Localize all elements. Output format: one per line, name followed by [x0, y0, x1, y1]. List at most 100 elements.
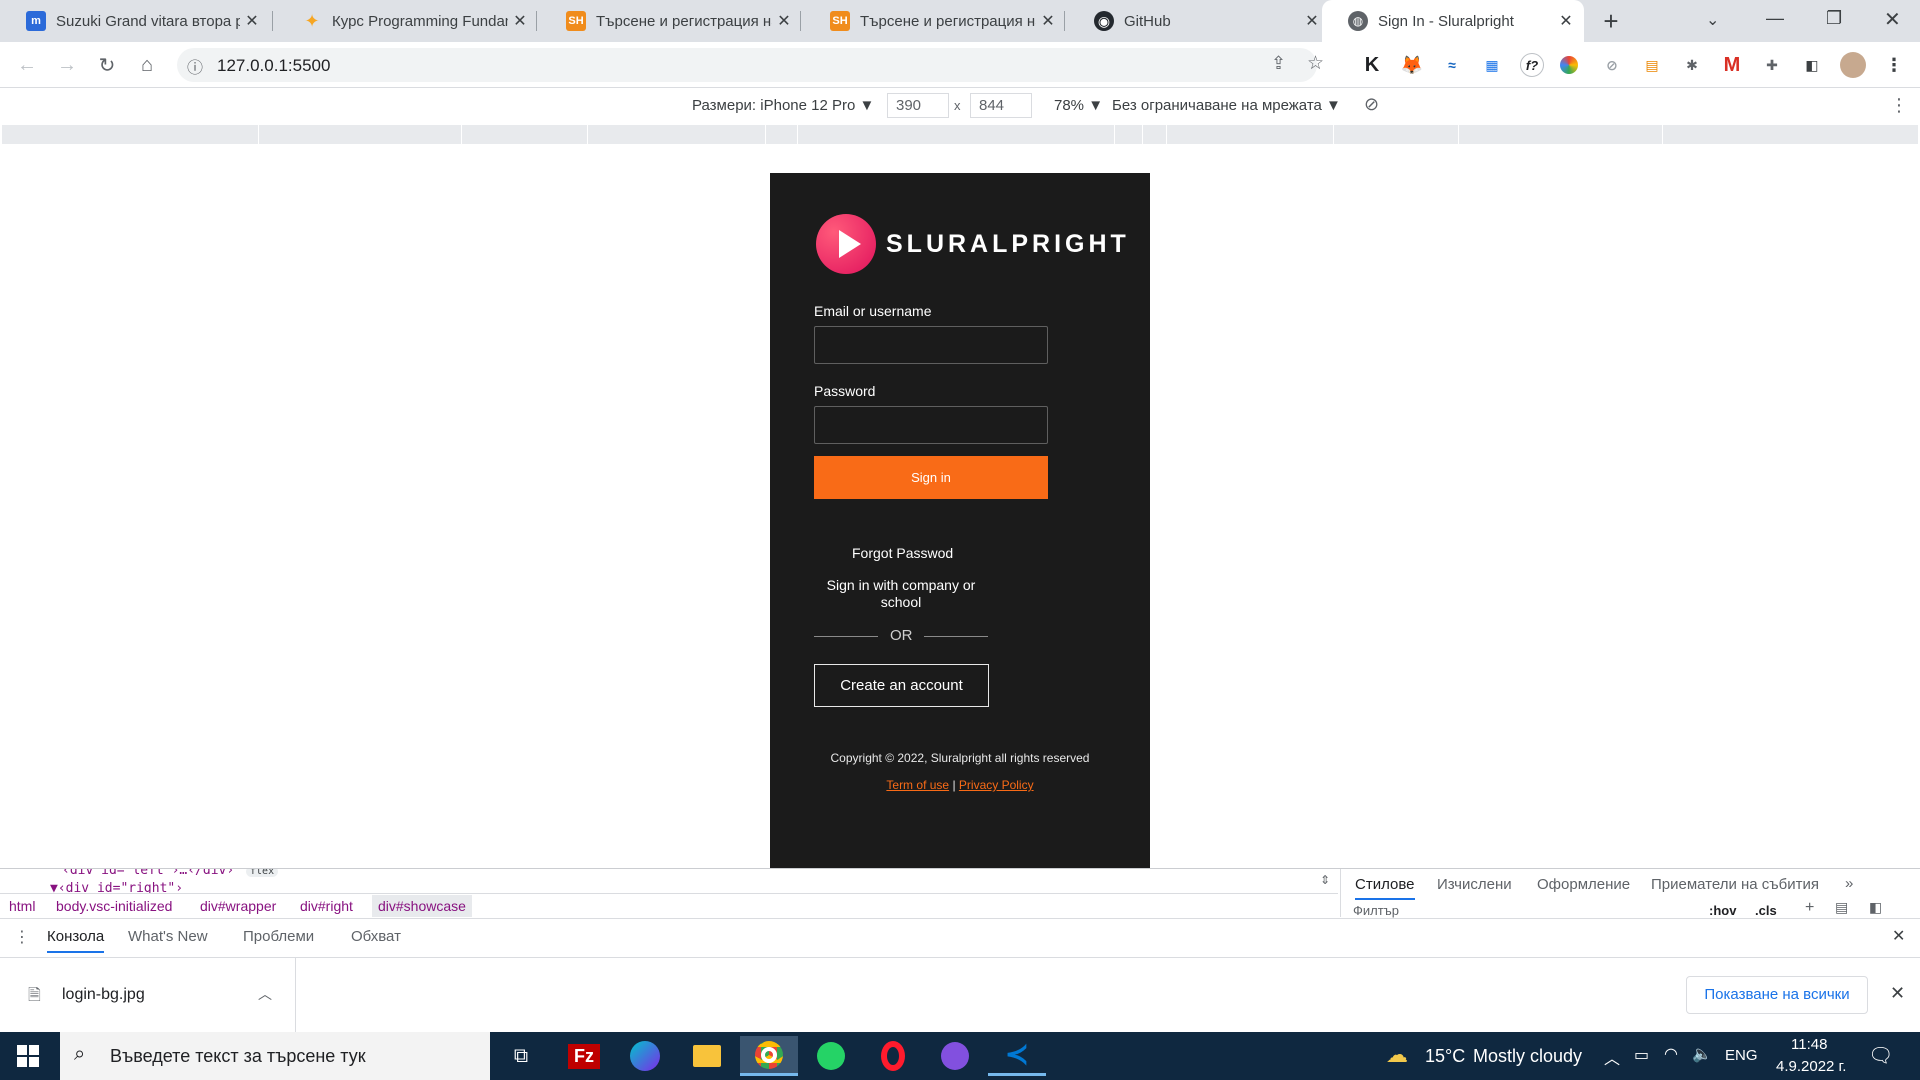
- close-shelf-icon[interactable]: ✕: [1890, 983, 1905, 1004]
- cls-toggle[interactable]: .cls: [1755, 903, 1777, 918]
- vscode-icon[interactable]: ≺: [988, 1036, 1046, 1076]
- gmail-icon[interactable]: M: [1720, 53, 1744, 77]
- info-icon[interactable]: ⓘ: [187, 54, 203, 78]
- grid-extension-icon[interactable]: ▦: [1480, 53, 1504, 77]
- back-icon[interactable]: ←: [12, 50, 42, 80]
- width-input[interactable]: 390: [887, 93, 949, 118]
- notifications-icon[interactable]: 🗨: [1868, 1043, 1893, 1068]
- close-icon[interactable]: ✕: [1300, 11, 1324, 31]
- drawer-menu-icon[interactable]: ⋮: [14, 927, 30, 947]
- flex-badge[interactable]: flex: [246, 869, 279, 877]
- tab-coverage[interactable]: Обхват: [351, 928, 401, 945]
- volume-icon[interactable]: 🔈: [1692, 1044, 1712, 1064]
- device-select[interactable]: Размери: iPhone 12 Pro ▼: [692, 97, 874, 114]
- breadcrumb-item[interactable]: body.vsc-initialized: [56, 898, 172, 914]
- minimize-button[interactable]: —: [1766, 8, 1784, 29]
- close-icon[interactable]: ✕: [1554, 11, 1578, 31]
- task-view-icon[interactable]: ⧉: [492, 1036, 550, 1076]
- terms-link[interactable]: Term of use: [886, 778, 949, 792]
- splitter-icon[interactable]: ⇕: [1320, 873, 1330, 887]
- browser-tab-active[interactable]: ◍ Sign In - Sluralpright ✕: [1322, 0, 1584, 42]
- weather-text[interactable]: Mostly cloudy: [1473, 1046, 1582, 1067]
- create-account-button[interactable]: Create an account: [814, 664, 989, 707]
- file-explorer-icon[interactable]: [678, 1036, 736, 1076]
- menu-icon[interactable]: ⋮: [1882, 53, 1906, 77]
- password-field[interactable]: [814, 406, 1048, 444]
- weather-temp[interactable]: 15°C: [1425, 1046, 1465, 1067]
- battery-icon[interactable]: ▭: [1634, 1045, 1649, 1065]
- tab-console[interactable]: Конзола: [47, 928, 105, 953]
- reload-icon[interactable]: ↻: [92, 50, 122, 80]
- extensions-puzzle-icon[interactable]: ✚: [1760, 53, 1784, 77]
- tab-whats-new[interactable]: What's New: [128, 928, 208, 945]
- sidebar-toggle-icon[interactable]: ◧: [1869, 899, 1882, 916]
- whatsapp-icon[interactable]: [802, 1036, 860, 1076]
- language-indicator[interactable]: ENG: [1725, 1047, 1758, 1064]
- browser-tab[interactable]: ✦ Курс Programming Fundam ✕: [276, 0, 538, 42]
- opera-icon[interactable]: [864, 1036, 922, 1076]
- height-input[interactable]: 844: [970, 93, 1032, 118]
- browser-tab[interactable]: SH Търсене и регистрация на ✕: [804, 0, 1066, 42]
- tab-event-listeners[interactable]: Приематели на събития: [1651, 876, 1819, 893]
- extension-icon[interactable]: ≈: [1440, 53, 1464, 77]
- close-icon[interactable]: ✕: [240, 11, 264, 31]
- zoom-select[interactable]: 78% ▼: [1054, 97, 1103, 114]
- rotate-icon[interactable]: ⊘: [1364, 94, 1379, 115]
- hov-toggle[interactable]: :hov: [1709, 903, 1736, 918]
- close-icon[interactable]: ✕: [772, 11, 796, 31]
- tab-search-icon[interactable]: ⌄: [1706, 10, 1719, 30]
- address-bar[interactable]: ⓘ 127.0.0.1:5500 ⇪ ☆: [177, 48, 1324, 82]
- side-panel-icon[interactable]: ◧: [1800, 53, 1824, 77]
- more-tabs-icon[interactable]: »: [1845, 875, 1853, 892]
- windows-start-icon[interactable]: [17, 1045, 39, 1067]
- calendar-icon[interactable]: ▤: [1640, 53, 1664, 77]
- breadcrumb-item[interactable]: div#wrapper: [200, 898, 276, 914]
- dom-node[interactable]: ▼‹div id="right"›: [50, 881, 183, 893]
- breadcrumb-item-current[interactable]: div#showcase: [372, 895, 472, 917]
- color-picker-icon[interactable]: [1560, 56, 1578, 74]
- breadcrumb-item[interactable]: html: [9, 898, 35, 914]
- weather-icon[interactable]: ☁: [1386, 1042, 1408, 1068]
- filezilla-icon[interactable]: Fz: [555, 1036, 613, 1076]
- avatar[interactable]: [1840, 52, 1866, 78]
- star-icon[interactable]: ☆: [1307, 52, 1324, 75]
- k-extension-icon[interactable]: K: [1360, 53, 1384, 77]
- download-item[interactable]: 🗎 login-bg.jpg ︿: [0, 958, 296, 1032]
- media-query-bar[interactable]: [2, 125, 1918, 144]
- show-all-button[interactable]: Показване на всички: [1686, 976, 1868, 1014]
- wifi-icon[interactable]: ◠: [1664, 1044, 1678, 1064]
- home-icon[interactable]: ⌂: [132, 50, 162, 80]
- browser-tab[interactable]: SH Търсене и регистрация на ✕: [540, 0, 802, 42]
- metamask-icon[interactable]: 🦊: [1400, 53, 1424, 77]
- compass-icon[interactable]: ⊘: [1600, 53, 1624, 77]
- new-tab-button[interactable]: +: [1596, 6, 1626, 36]
- privacy-link[interactable]: Privacy Policy: [959, 778, 1034, 792]
- computed-styles-icon[interactable]: ▤: [1835, 899, 1848, 916]
- browser-tab[interactable]: m Suzuki Grand vitara втора р ✕: [0, 0, 270, 42]
- tab-issues[interactable]: Проблеми: [243, 928, 314, 945]
- browser-tab[interactable]: ◉ GitHub ✕: [1068, 0, 1330, 42]
- close-drawer-icon[interactable]: ✕: [1892, 926, 1905, 946]
- tab-computed[interactable]: Изчислени: [1437, 876, 1512, 893]
- throttle-select[interactable]: Без ограничаване на мрежата ▼: [1112, 97, 1341, 114]
- forward-icon[interactable]: →: [52, 50, 82, 80]
- restore-button[interactable]: ❐: [1826, 8, 1842, 29]
- add-rule-icon[interactable]: +: [1805, 899, 1814, 917]
- dom-node[interactable]: ‹div id="left"›…‹/div› flex: [62, 869, 279, 878]
- chrome-icon[interactable]: [740, 1036, 798, 1076]
- taskbar-search[interactable]: ⌕ Въведете текст за търсене тук: [60, 1032, 490, 1080]
- bug-icon[interactable]: ✱: [1680, 53, 1704, 77]
- canva-icon[interactable]: [616, 1036, 674, 1076]
- sign-in-button[interactable]: Sign in: [814, 456, 1048, 499]
- device-menu-icon[interactable]: ⋮: [1890, 95, 1908, 116]
- tab-layout[interactable]: Оформление: [1537, 876, 1630, 893]
- email-field[interactable]: [814, 326, 1048, 364]
- clock-date[interactable]: 4.9.2022 г.: [1776, 1058, 1846, 1075]
- tab-styles[interactable]: Стилове: [1355, 876, 1415, 900]
- styles-filter-input[interactable]: Филтър: [1353, 903, 1399, 918]
- share-icon[interactable]: ⇪: [1271, 53, 1286, 74]
- tray-chevron-icon[interactable]: ︿: [1604, 1045, 1620, 1069]
- fonts-extension-icon[interactable]: f?: [1520, 53, 1544, 77]
- close-icon[interactable]: ✕: [508, 11, 532, 31]
- github-desktop-icon[interactable]: [926, 1036, 984, 1076]
